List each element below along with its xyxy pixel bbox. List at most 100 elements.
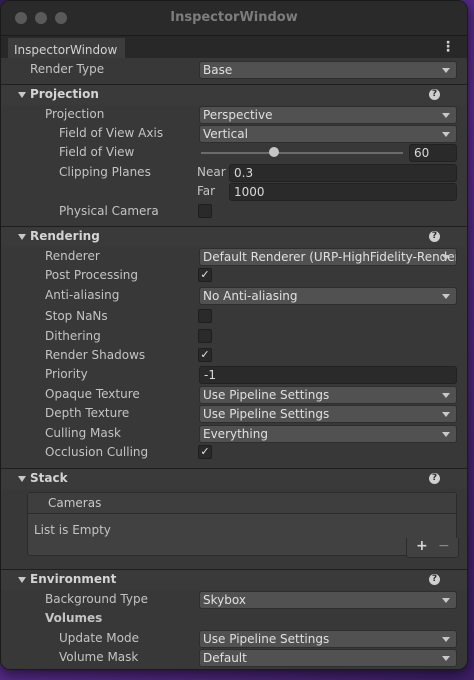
background-type-label: Background Type <box>45 592 148 606</box>
volume-mask-label: Volume Mask <box>59 650 139 664</box>
fov-axis-row: Field of View Axis Vertical <box>1 124 467 144</box>
chevron-down-icon <box>442 132 450 137</box>
help-icon[interactable]: ? <box>429 473 440 484</box>
far-field[interactable]: 1000 <box>229 183 457 201</box>
title-bar: InspectorWindow <box>1 1 467 36</box>
chevron-down-icon <box>442 68 450 73</box>
inspector-content: Render Type Base Projection ? Projection… <box>1 58 467 669</box>
occlusion-culling-label: Occlusion Culling <box>45 445 149 459</box>
chevron-down-icon <box>442 255 450 260</box>
near-label: Near <box>197 165 226 179</box>
tab-inspector[interactable]: InspectorWindow <box>8 38 125 58</box>
volumes-label: Volumes <box>45 611 103 625</box>
render-type-row: Render Type Base <box>1 60 467 80</box>
stop-nans-label: Stop NaNs <box>45 309 108 323</box>
render-type-dropdown[interactable]: Base <box>199 61 457 79</box>
stack-section-header[interactable]: Stack ? <box>1 468 467 489</box>
fov-label: Field of View <box>59 145 135 159</box>
render-shadows-label: Render Shadows <box>45 348 146 362</box>
depth-texture-value: Use Pipeline Settings <box>203 407 330 421</box>
foldout-arrow-icon[interactable] <box>18 577 26 583</box>
help-icon[interactable]: ? <box>429 231 440 242</box>
help-icon[interactable]: ? <box>429 574 440 585</box>
physical-camera-checkbox[interactable] <box>198 204 212 218</box>
culling-mask-value: Everything <box>203 427 268 441</box>
renderer-row: Renderer Default Renderer (URP-HighFidel… <box>1 247 467 267</box>
foldout-arrow-icon[interactable] <box>18 92 26 98</box>
opaque-texture-label: Opaque Texture <box>45 387 140 401</box>
environment-section-title: Environment <box>30 572 117 586</box>
projection-row: Projection Perspective <box>1 105 467 125</box>
post-processing-row: Post Processing ✓ <box>1 266 467 286</box>
projection-dropdown[interactable]: Perspective <box>199 106 457 124</box>
camera-stack-footer: + − <box>406 538 459 558</box>
occlusion-culling-checkbox[interactable]: ✓ <box>198 445 212 459</box>
occlusion-culling-row: Occlusion Culling ✓ <box>1 443 467 463</box>
chevron-down-icon <box>442 637 450 642</box>
update-mode-label: Update Mode <box>59 631 139 645</box>
update-mode-row: Update Mode Use Pipeline Settings <box>1 629 467 649</box>
fov-axis-label: Field of View Axis <box>59 126 164 140</box>
update-mode-dropdown[interactable]: Use Pipeline Settings <box>199 630 457 648</box>
fov-axis-value: Vertical <box>203 127 248 141</box>
depth-texture-row: Depth Texture Use Pipeline Settings <box>1 404 467 424</box>
priority-field[interactable]: -1 <box>199 366 457 384</box>
fov-slider-handle[interactable] <box>268 147 279 157</box>
fov-row: Field of View 60 <box>1 143 467 163</box>
chevron-down-icon <box>442 113 450 118</box>
stack-section-title: Stack <box>30 471 68 485</box>
rendering-section-header[interactable]: Rendering ? <box>1 226 467 247</box>
anti-aliasing-row: Anti-aliasing No Anti-aliasing <box>1 286 467 306</box>
chevron-down-icon <box>442 656 450 661</box>
fov-axis-dropdown[interactable]: Vertical <box>199 125 457 143</box>
help-icon[interactable]: ? <box>429 89 440 100</box>
list-empty-text: List is Empty <box>34 523 111 537</box>
depth-texture-label: Depth Texture <box>45 406 130 420</box>
fov-field[interactable]: 60 <box>409 144 457 162</box>
post-processing-checkbox[interactable]: ✓ <box>198 268 212 282</box>
volume-mask-dropdown[interactable]: Default <box>199 649 457 667</box>
priority-label: Priority <box>45 367 88 381</box>
camera-stack-list-header: Cameras <box>28 493 456 514</box>
stop-nans-checkbox[interactable] <box>198 309 212 323</box>
anti-aliasing-label: Anti-aliasing <box>45 288 120 302</box>
environment-section-header[interactable]: Environment ? <box>1 569 467 590</box>
camera-stack-list: Cameras List is Empty <box>27 492 457 556</box>
clipping-planes-label: Clipping Planes <box>59 165 151 179</box>
anti-aliasing-value: No Anti-aliasing <box>203 289 298 303</box>
chevron-down-icon <box>442 598 450 603</box>
rendering-section-title: Rendering <box>30 229 100 243</box>
volume-mask-row: Volume Mask Default <box>1 648 467 668</box>
culling-mask-row: Culling Mask Everything <box>1 424 467 444</box>
opaque-texture-value: Use Pipeline Settings <box>203 388 330 402</box>
kebab-menu-icon[interactable]: ⋮ <box>441 38 455 56</box>
window-title: InspectorWindow <box>170 10 298 25</box>
remove-icon[interactable]: − <box>438 538 450 554</box>
background-type-dropdown[interactable]: Skybox <box>199 591 457 609</box>
render-shadows-row: Render Shadows ✓ <box>1 346 467 366</box>
render-shadows-checkbox[interactable]: ✓ <box>198 348 212 362</box>
priority-row: Priority -1 <box>1 365 467 385</box>
background-type-row: Background Type Skybox <box>1 590 467 610</box>
dithering-label: Dithering <box>45 329 101 343</box>
renderer-dropdown[interactable]: Default Renderer (URP-HighFidelity-Rende… <box>199 248 457 266</box>
culling-mask-dropdown[interactable]: Everything <box>199 425 457 443</box>
physical-camera-row: Physical Camera <box>1 202 467 222</box>
far-label: Far <box>197 184 216 198</box>
chevron-down-icon <box>442 432 450 437</box>
chevron-down-icon <box>442 294 450 299</box>
add-icon[interactable]: + <box>416 538 428 554</box>
fov-slider-track[interactable] <box>201 152 403 154</box>
dithering-checkbox[interactable] <box>198 329 212 343</box>
opaque-texture-row: Opaque Texture Use Pipeline Settings <box>1 385 467 405</box>
depth-texture-dropdown[interactable]: Use Pipeline Settings <box>199 405 457 423</box>
physical-camera-label: Physical Camera <box>59 204 159 218</box>
opaque-texture-dropdown[interactable]: Use Pipeline Settings <box>199 386 457 404</box>
stop-nans-row: Stop NaNs <box>1 307 467 327</box>
near-field[interactable]: 0.3 <box>229 164 457 182</box>
foldout-arrow-icon[interactable] <box>18 476 26 482</box>
foldout-arrow-icon[interactable] <box>18 234 26 240</box>
anti-aliasing-dropdown[interactable]: No Anti-aliasing <box>199 287 457 305</box>
projection-section-header[interactable]: Projection ? <box>1 84 467 105</box>
projection-label: Projection <box>45 107 105 121</box>
